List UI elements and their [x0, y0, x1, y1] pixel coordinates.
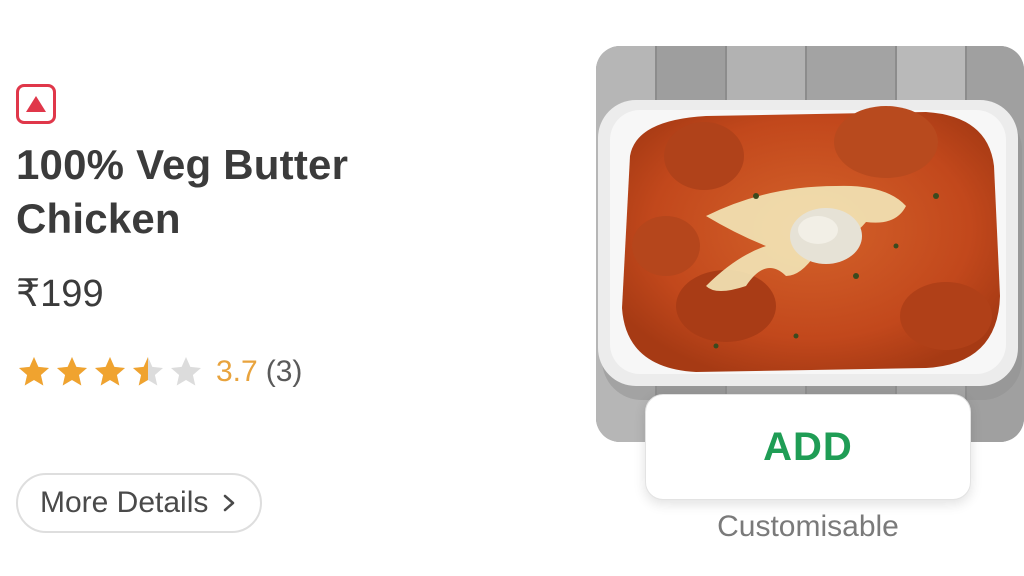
more-details-label: More Details: [40, 486, 209, 519]
menu-item-card: 100% Veg Butter Chicken ₹199 3.7 (3) Mor…: [0, 0, 1024, 576]
add-button-label: ADD: [763, 424, 853, 469]
non-veg-indicator-icon: [16, 84, 56, 124]
star-icon: [19, 357, 49, 386]
star-icon: [133, 357, 163, 386]
dish-price: ₹199: [16, 273, 104, 315]
star-icon: [95, 357, 125, 386]
rating-row: 3.7 (3): [16, 350, 302, 394]
dish-name: 100% Veg Butter Chicken: [16, 141, 349, 242]
chevron-right-icon: [224, 494, 235, 512]
dish-image[interactable]: [596, 46, 1024, 442]
star-icon: [171, 357, 201, 386]
star-rating: [16, 354, 204, 390]
more-details-button[interactable]: More Details: [16, 473, 263, 533]
rating-count: (3): [265, 355, 303, 388]
customisable-label: Customisable: [717, 510, 899, 543]
add-button[interactable]: ADD: [645, 394, 971, 500]
star-icon: [57, 357, 87, 386]
rating-value: 3.7: [216, 355, 258, 388]
